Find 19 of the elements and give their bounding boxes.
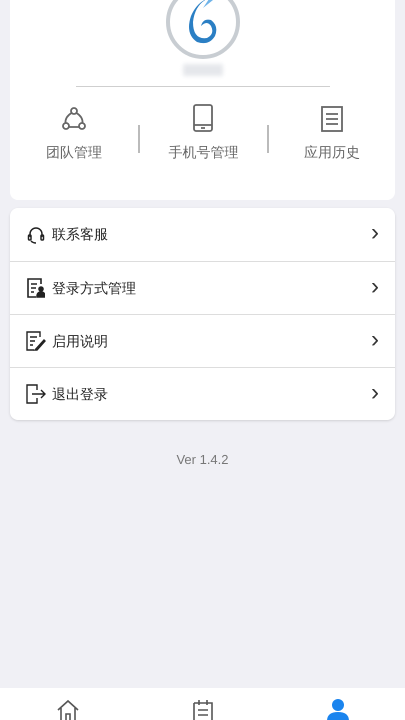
user-document-icon xyxy=(27,278,45,298)
menu-item[interactable]: 联系客服 › xyxy=(10,208,395,261)
headset-icon xyxy=(27,226,45,244)
home-icon[interactable] xyxy=(56,699,80,720)
calendar-icon[interactable] xyxy=(192,699,214,720)
blurred-name xyxy=(182,64,222,76)
network-icon xyxy=(61,106,88,132)
shortcut-button[interactable]: 手机号管理 xyxy=(140,102,267,163)
phone-icon xyxy=(192,104,214,132)
menu-item[interactable]: 登录方式管理 › xyxy=(10,261,395,314)
document-icon xyxy=(320,106,343,132)
version-text: Ver 1.4.2 xyxy=(176,451,229,469)
shortcut-button[interactable]: 团队管理 xyxy=(10,102,138,163)
menu-item[interactable]: 启用说明 › xyxy=(10,314,395,367)
person-icon[interactable] xyxy=(326,699,350,720)
shortcut-button[interactable]: 应用历史 xyxy=(268,102,395,163)
edit-document-icon xyxy=(26,331,46,351)
menu-item[interactable]: 退出登录 › xyxy=(10,367,395,420)
logout-icon xyxy=(26,384,46,404)
